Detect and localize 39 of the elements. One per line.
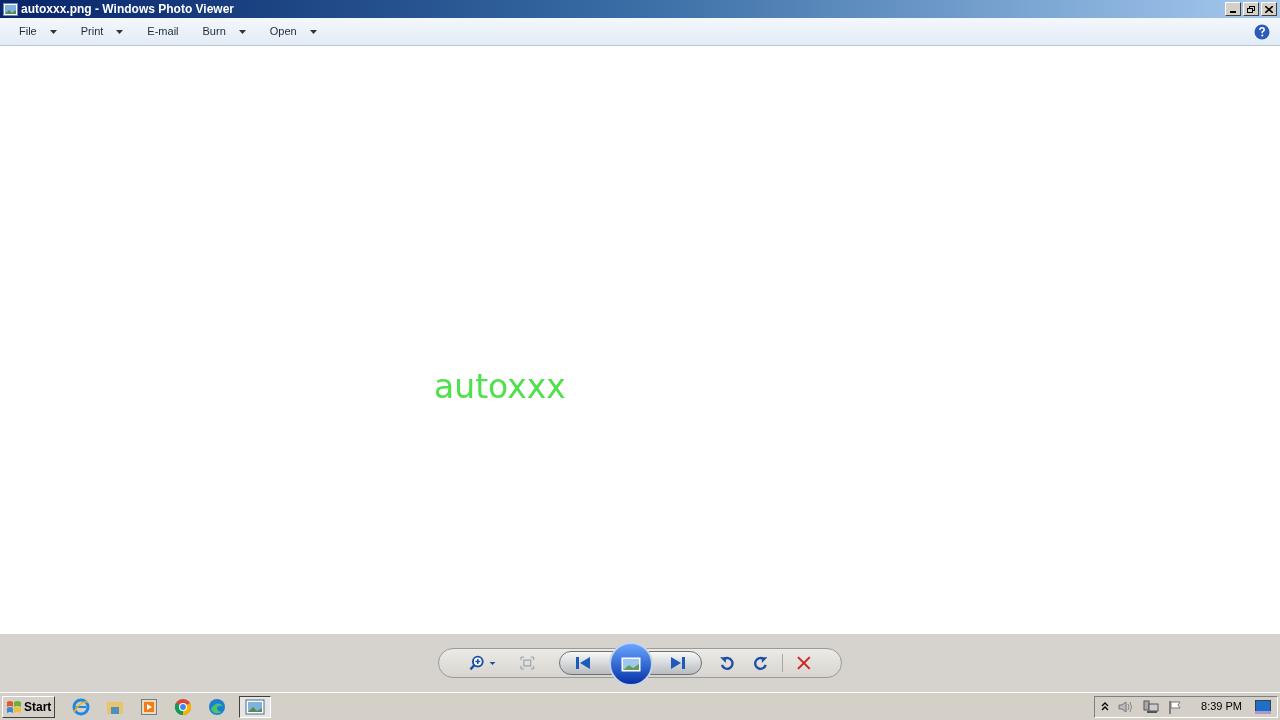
chrome-icon <box>174 697 193 716</box>
window-title: autoxxx.png - Windows Photo Viewer <box>21 1 235 18</box>
slideshow-button[interactable] <box>609 642 654 686</box>
close-button[interactable] <box>1261 2 1277 16</box>
taskbar-app-button[interactable] <box>239 695 272 718</box>
chevron-up-icon[interactable] <box>1101 701 1110 712</box>
network-icon[interactable] <box>1143 699 1160 714</box>
edge-icon <box>208 697 227 716</box>
help-icon[interactable] <box>1254 23 1270 40</box>
restore-icon <box>1247 5 1255 13</box>
caret-icon <box>116 29 124 34</box>
browser-e-icon <box>72 697 91 716</box>
caret-icon <box>309 29 317 34</box>
zoom-icon[interactable] <box>469 655 497 671</box>
start-button[interactable]: Start <box>2 695 56 718</box>
show-desktop-icon[interactable] <box>1255 699 1271 714</box>
minimize-button[interactable] <box>1225 2 1241 16</box>
rotate-right-icon[interactable] <box>753 655 768 671</box>
caret-icon <box>238 29 246 34</box>
delete-icon[interactable] <box>797 656 812 670</box>
menu-button[interactable]: Print <box>80 23 124 40</box>
menu-button[interactable]: Burn <box>202 23 246 40</box>
menu-button[interactable]: Open <box>269 23 317 40</box>
windows-logo-icon <box>6 699 22 714</box>
caret-icon <box>49 29 57 34</box>
photo-viewer-icon <box>3 2 18 16</box>
image-text: autoxxx <box>434 366 566 408</box>
picture-icon <box>621 656 642 672</box>
close-icon <box>1265 5 1273 13</box>
next-icon[interactable] <box>670 657 685 669</box>
photo-viewer-icon <box>245 698 266 715</box>
rotate-left-icon[interactable] <box>719 655 734 671</box>
menu-button[interactable]: File <box>19 23 57 40</box>
restore-button[interactable] <box>1243 2 1259 16</box>
flag-icon[interactable] <box>1168 699 1183 714</box>
media-player-icon <box>141 698 158 715</box>
menu-button[interactable]: E-mail <box>147 23 179 40</box>
previous-icon[interactable] <box>576 657 591 669</box>
clock[interactable]: 8:39 PM <box>1201 698 1242 715</box>
